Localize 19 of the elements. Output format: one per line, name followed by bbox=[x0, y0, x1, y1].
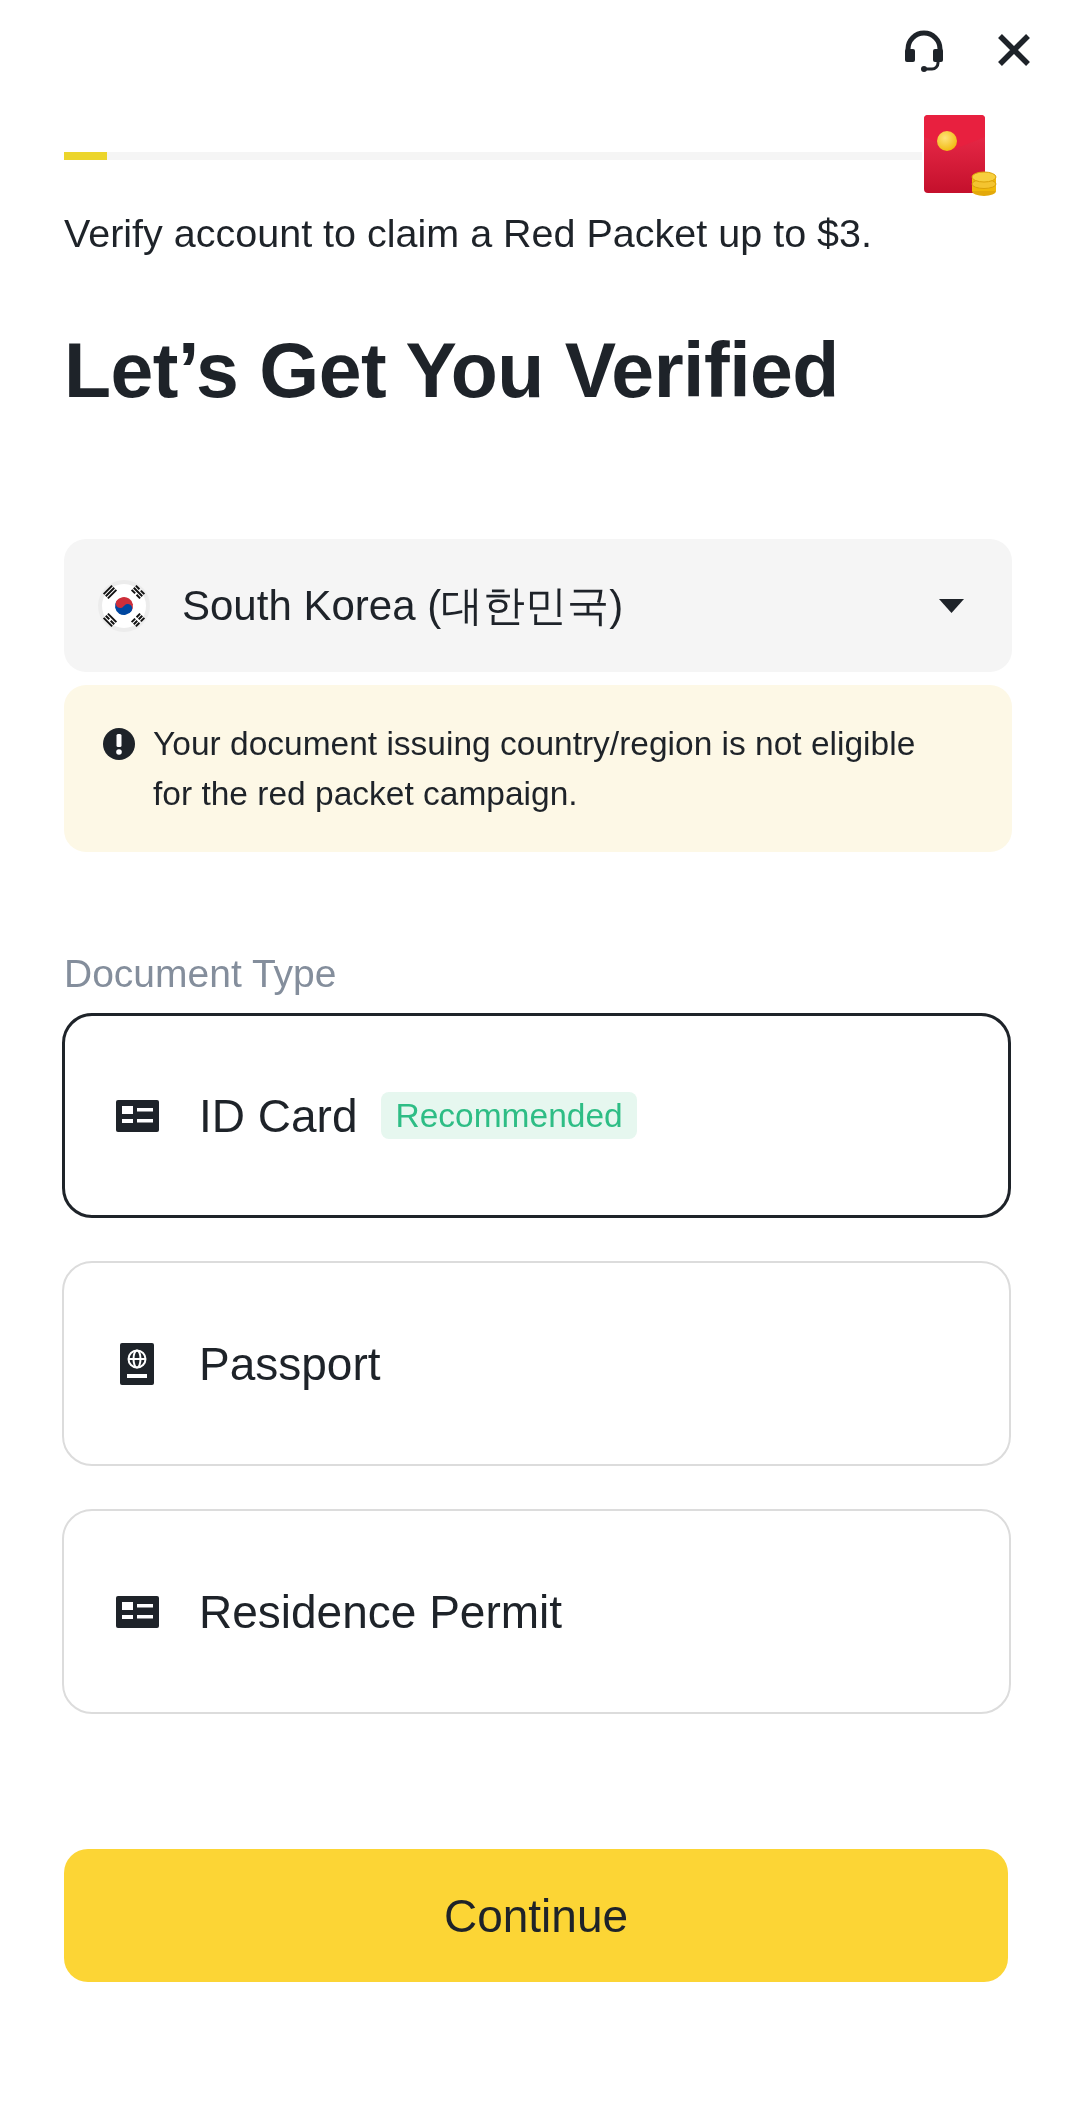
continue-button[interactable]: Continue bbox=[64, 1849, 1008, 1982]
alert-icon bbox=[103, 728, 135, 760]
flag-icon bbox=[98, 579, 150, 632]
money-envelope-icon bbox=[924, 115, 997, 197]
document-option[interactable]: ID Card Recommended bbox=[62, 1013, 1011, 1218]
document-option[interactable]: Passport bbox=[62, 1261, 1011, 1466]
notice-text: Your document issuing country/region is not eligible for the red packet campaign. bbox=[153, 724, 917, 814]
caret-icon bbox=[939, 598, 964, 613]
section-label: Document Type bbox=[64, 951, 337, 997]
id-card-icon bbox=[115, 1099, 159, 1132]
id-card-icon bbox=[115, 1595, 159, 1628]
recommended-badge: Recommended bbox=[381, 1092, 637, 1139]
headset-icon[interactable] bbox=[902, 28, 946, 72]
close-icon[interactable] bbox=[997, 33, 1031, 67]
document-option[interactable]: Residence Permit bbox=[62, 1509, 1011, 1714]
page-title: Let’s Get You Verified bbox=[64, 326, 839, 415]
country-select[interactable]: South Korea (대한민국) bbox=[64, 539, 1012, 672]
promo-text: Verify account to claim a Red Packet up to $3. bbox=[64, 210, 873, 257]
passport-icon bbox=[120, 1342, 154, 1385]
